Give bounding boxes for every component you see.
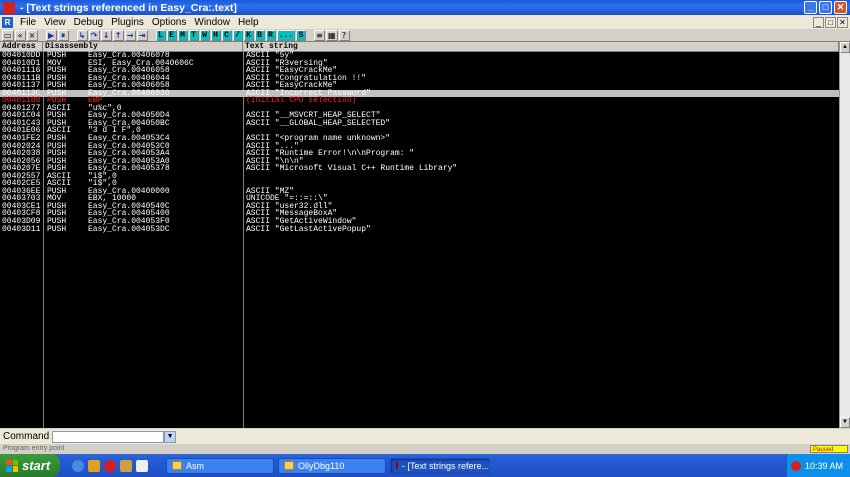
menu-bar: R File View Debug Plugins Options Window…: [0, 15, 850, 29]
command-label: Command: [3, 431, 50, 442]
child-close-button[interactable]: ✕: [837, 16, 848, 28]
trace-into-icon[interactable]: ↓: [100, 29, 112, 41]
row-text-string: ASCII "GetLastActivePopup": [246, 224, 371, 234]
handles-window-button[interactable]: H: [210, 29, 221, 41]
status-bar: Program entry point Paused: [0, 444, 850, 454]
windows-window-button[interactable]: W: [199, 29, 210, 41]
options-list-icon[interactable]: ≡: [313, 29, 325, 41]
paused-indicator: Paused: [810, 445, 848, 453]
minimize-button[interactable]: _: [804, 1, 817, 14]
strings-list: 004010DD PUSH Easy_Cra.00406078 ASCII "5y" 0…: [0, 52, 839, 233]
child-minimize-button[interactable]: _: [813, 16, 824, 28]
close-program-icon[interactable]: ×: [26, 29, 38, 41]
pause-icon[interactable]: ⏸: [57, 29, 69, 41]
row-text-string: ASCII "__GLOBAL_HEAP_SELECTED": [246, 118, 391, 128]
command-input[interactable]: [52, 430, 165, 443]
open-folder-icon[interactable]: ▭: [2, 29, 14, 41]
references-window-button[interactable]: R: [265, 29, 276, 41]
table-row[interactable]: 00401188 PUSH EBP (Initial CPU selection): [0, 97, 839, 105]
row-address: 00403D11: [2, 224, 41, 234]
menu-options[interactable]: Options: [148, 17, 190, 28]
execute-till-return-icon[interactable]: →: [124, 29, 136, 41]
modules-window-button[interactable]: E: [166, 29, 177, 41]
references-panel: Address Disassembly Text string 004010DD…: [0, 42, 850, 428]
table-row[interactable]: 0040113C PUSH Easy_Cra.00406030 ASCII "Inco…: [0, 89, 839, 98]
menu-file[interactable]: File: [16, 17, 40, 28]
title-bar: - [Text strings referenced in Easy_Cra:.…: [0, 0, 850, 15]
task-label: Asm: [186, 460, 204, 471]
scroll-up-arrow-icon[interactable]: ▲: [840, 42, 850, 53]
step-over-icon[interactable]: ↷: [88, 29, 100, 41]
child-window-icon[interactable]: R: [2, 16, 13, 28]
folder-icon: [172, 461, 182, 470]
patches-window-button[interactable]: /: [232, 29, 243, 41]
header-text-string[interactable]: Text string: [243, 42, 839, 52]
cpu-window-button[interactable]: C: [221, 29, 232, 41]
toolbar: ▭ « × ▶ ⏸ ↳ ↷ ↓ ↑ → ⇥ L E M T W H C / K …: [0, 29, 850, 42]
row-operand: Easy_Cra.004053DC: [88, 224, 170, 234]
ollydbg-bug-icon[interactable]: [3, 1, 15, 14]
table-row[interactable]: 00403D11 PUSH Easy_Cra.004053DC ASCII "GetL…: [0, 224, 839, 234]
menu-plugins[interactable]: Plugins: [107, 17, 148, 28]
command-bar: Command ▼: [0, 429, 850, 444]
start-button[interactable]: start: [0, 454, 60, 477]
menu-debug[interactable]: Debug: [70, 17, 107, 28]
clock[interactable]: 10:39 AM: [805, 461, 843, 471]
child-restore-button[interactable]: □: [825, 16, 836, 28]
program-icon[interactable]: [120, 459, 132, 472]
breakpoints-window-button[interactable]: B: [254, 29, 265, 41]
chevron-down-icon[interactable]: ▼: [164, 430, 177, 443]
table-row[interactable]: 00402557 ASCII "i$",0: [0, 172, 839, 181]
step-into-icon[interactable]: ↳: [76, 29, 88, 41]
taskbar: start Asm OllyDbg110 - [Text strings ref…: [0, 454, 850, 477]
source-window-button[interactable]: S: [295, 29, 306, 41]
window-title: - [Text strings referenced in Easy_Cra:.…: [20, 1, 237, 14]
vertical-scrollbar[interactable]: ▲ ▼: [839, 42, 850, 428]
start-label: start: [22, 458, 51, 473]
scroll-down-arrow-icon[interactable]: ▼: [840, 417, 850, 428]
maximize-button[interactable]: □: [819, 1, 832, 14]
table-row[interactable]: 0040207E PUSH Easy_Cra.00405378 ASCII "Micr…: [0, 165, 839, 173]
appearance-grid-icon[interactable]: ▦: [325, 29, 338, 41]
menu-window[interactable]: Window: [190, 17, 234, 28]
ollydbg-bug-icon: [396, 461, 398, 470]
task-label: OllyDbg110: [298, 460, 345, 471]
menu-view[interactable]: View: [40, 17, 70, 28]
status-text: Program entry point: [3, 445, 65, 452]
ollydbg-bug-icon[interactable]: [104, 459, 116, 472]
taskbar-item-ollydbg-folder[interactable]: OllyDbg110: [278, 457, 386, 474]
run-icon[interactable]: ▶: [45, 29, 57, 41]
run-trace-window-button[interactable]: ...: [276, 29, 295, 41]
system-tray: 10:39 AM: [786, 454, 850, 477]
memory-window-button[interactable]: M: [177, 29, 188, 41]
task-label: - [Text strings refere...: [402, 460, 490, 471]
taskbar-item-ollydbg[interactable]: - [Text strings refere...: [390, 457, 490, 474]
row-text-string: (Initial CPU selection): [246, 96, 357, 106]
trace-over-icon[interactable]: ↑: [112, 29, 124, 41]
internet-explorer-icon[interactable]: [72, 459, 84, 472]
help-icon[interactable]: ?: [338, 29, 350, 41]
row-text-string: ASCII "Microsoft Visual C++ Runtime Libr…: [246, 164, 458, 174]
document-icon[interactable]: [136, 459, 148, 472]
close-button[interactable]: ✕: [834, 1, 847, 14]
threads-window-button[interactable]: T: [188, 29, 199, 41]
windows-flag-icon: [6, 459, 18, 472]
security-alert-icon[interactable]: [791, 460, 801, 471]
menu-help[interactable]: Help: [234, 17, 263, 28]
quick-launch: [72, 459, 162, 472]
goto-icon[interactable]: ⇥: [136, 29, 148, 41]
row-opcode: PUSH: [47, 224, 67, 234]
folder-icon[interactable]: [88, 459, 100, 472]
folder-icon: [284, 461, 294, 470]
log-window-button[interactable]: L: [155, 29, 166, 41]
taskbar-item-asm[interactable]: Asm: [166, 457, 274, 474]
call-stack-window-button[interactable]: K: [243, 29, 254, 41]
rewind-icon[interactable]: «: [14, 29, 26, 41]
